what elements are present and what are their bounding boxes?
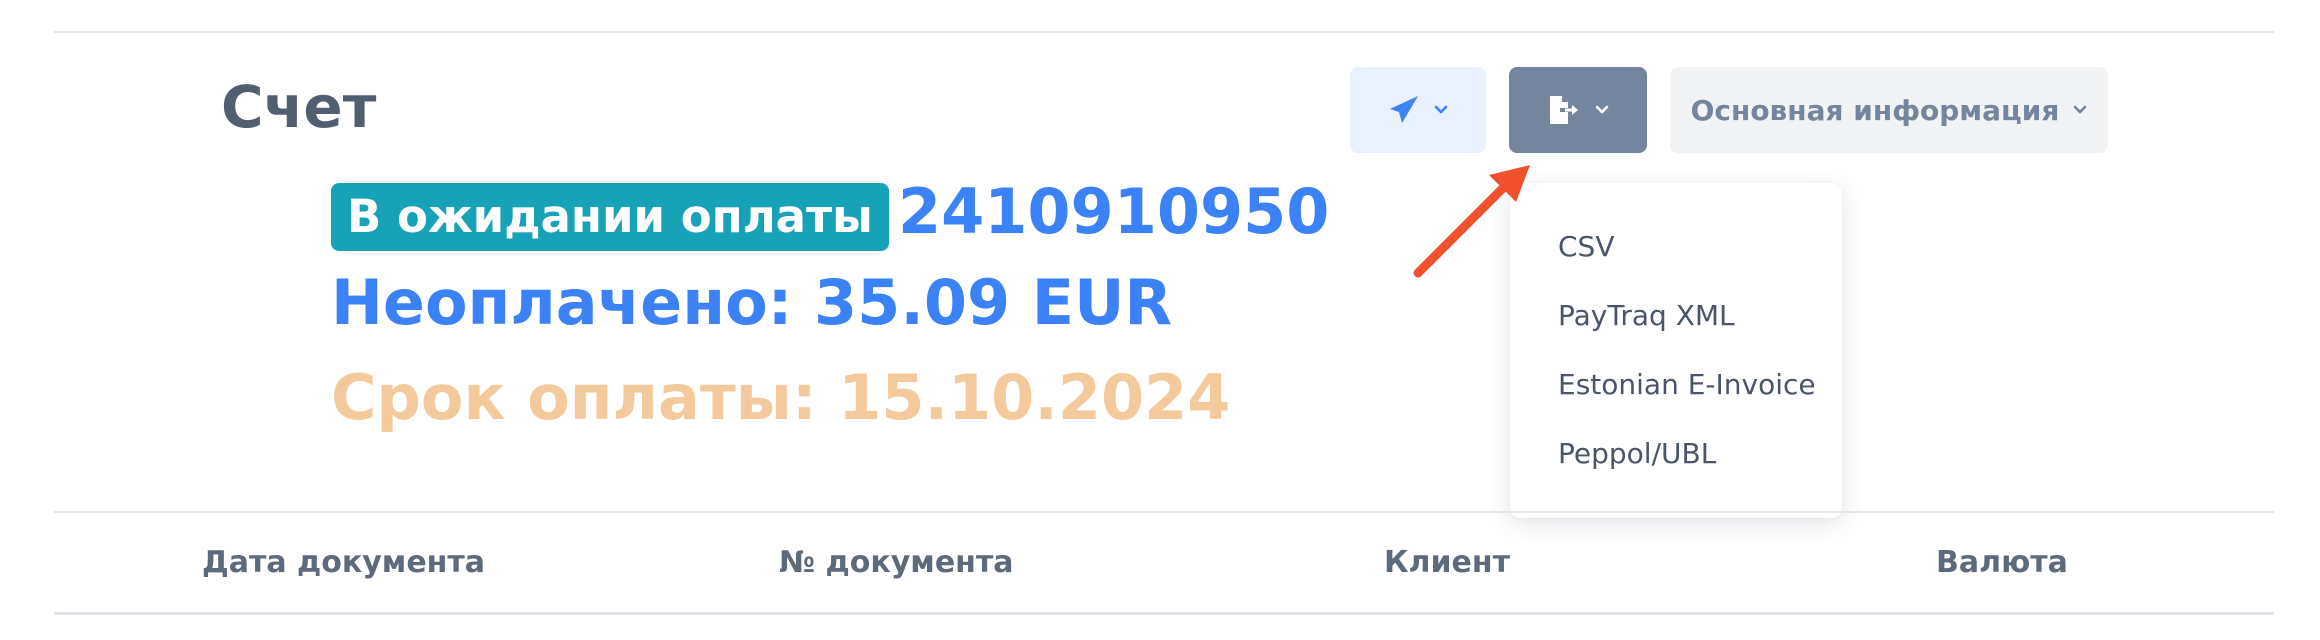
annotation-arrow-icon — [1413, 165, 1530, 278]
column-header-document-number[interactable]: № документа — [779, 548, 1014, 578]
column-header-document-date[interactable]: Дата документа — [202, 548, 485, 578]
column-header-currency[interactable]: Валюта — [1936, 548, 2068, 578]
table-top-divider — [54, 511, 2274, 513]
column-header-client[interactable]: Клиент — [1384, 548, 1510, 578]
table-header-divider — [54, 612, 2274, 615]
